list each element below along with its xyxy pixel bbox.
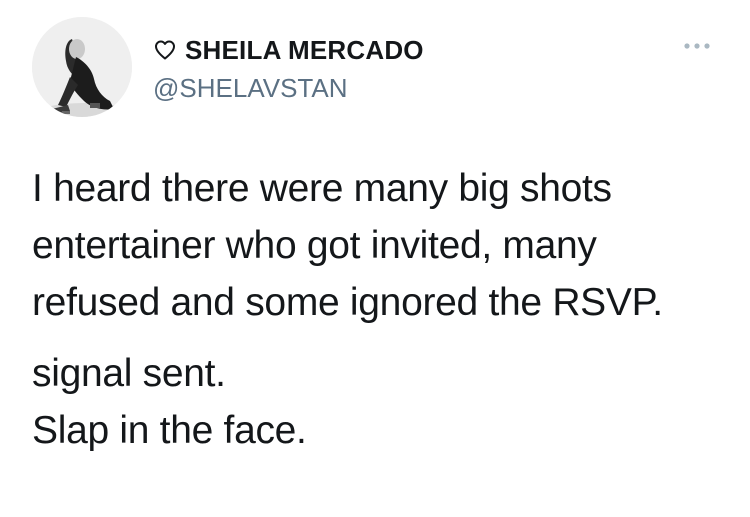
- display-name[interactable]: SHEILA MERCADO: [185, 33, 424, 67]
- tweet-paragraph: signal sent. Slap in the face.: [32, 345, 732, 459]
- more-options-icon[interactable]: [682, 40, 712, 52]
- tweet-paragraph: I heard there were many big shots entert…: [32, 160, 732, 331]
- tweet-header: SHEILA MERCADO @SHELAVSTAN: [153, 33, 424, 105]
- tweet-line: signal sent.: [32, 352, 226, 395]
- tweet-line: refused and some ignored the RSVP.: [32, 281, 663, 324]
- tweet-card: SHEILA MERCADO @SHELAVSTAN I heard there…: [0, 0, 750, 517]
- heart-outline-icon: [155, 40, 175, 60]
- name-row: SHEILA MERCADO: [153, 33, 424, 67]
- tweet-text: I heard there were many big shots entert…: [32, 160, 732, 459]
- tweet-line: I heard there were many big shots: [32, 167, 612, 210]
- tweet-line: Slap in the face.: [32, 409, 307, 452]
- avatar[interactable]: [32, 17, 132, 117]
- avatar-photo: [32, 17, 132, 117]
- user-handle[interactable]: @SHELAVSTAN: [153, 71, 424, 105]
- tweet-line: entertainer who got invited, many: [32, 224, 597, 267]
